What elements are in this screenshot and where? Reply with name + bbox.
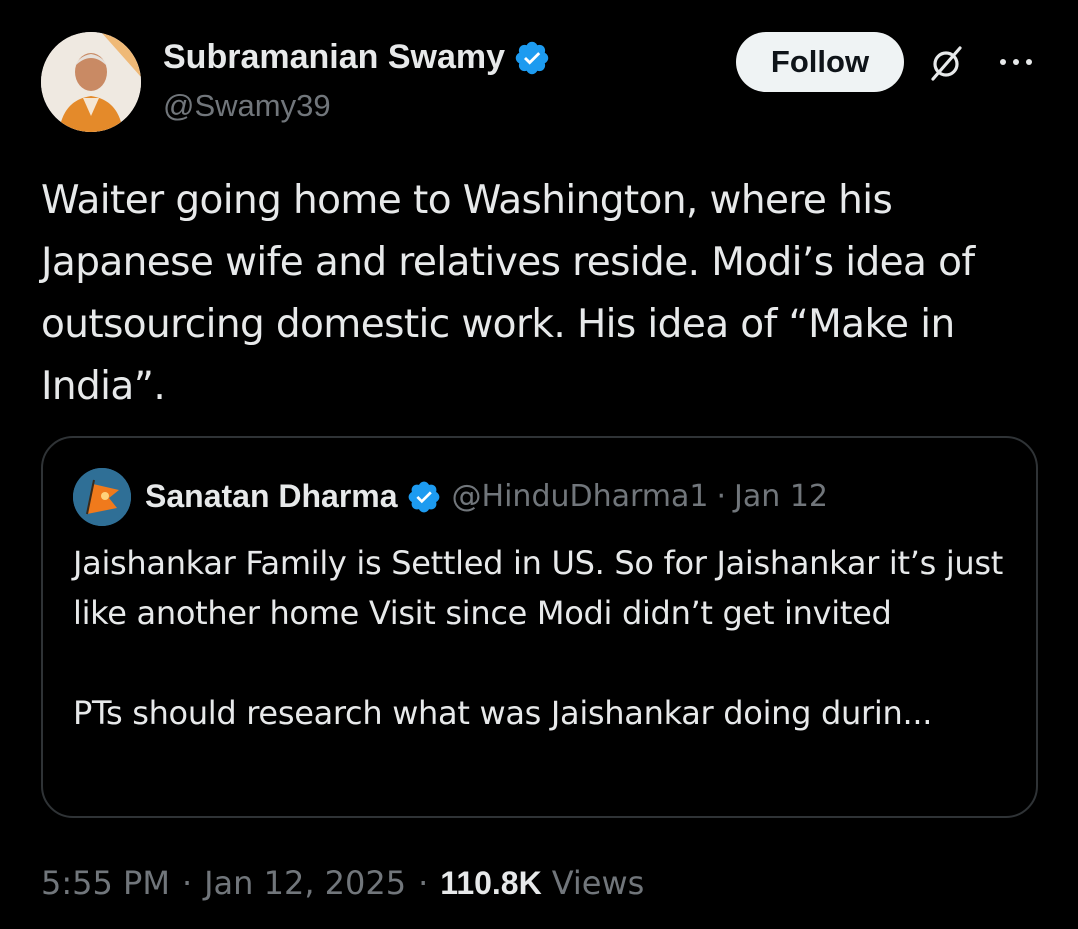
tweet-meta: 5:55 PM · Jan 12, 2025 · 110.8K Views [41, 864, 644, 902]
avatar-image [41, 32, 141, 132]
quoted-author-avatar[interactable] [73, 468, 131, 526]
author-name-text[interactable]: Subramanian Swamy [163, 38, 505, 77]
tweet-text: Waiter going home to Washington, where h… [41, 178, 975, 409]
meta-separator: · [181, 864, 193, 902]
quoted-paragraph: Jaishankar Family is Settled in US. So f… [73, 544, 1004, 632]
quoted-author-handle[interactable]: @HinduDharma1 [452, 479, 709, 514]
follow-button[interactable]: Follow [736, 32, 904, 92]
tweet-time[interactable]: 5:55 PM [41, 864, 170, 902]
more-options-icon[interactable] [996, 52, 1036, 72]
quoted-tweet-card[interactable]: Sanatan Dharma @HinduDharma1 · Jan 12 Ja… [41, 436, 1038, 818]
views-label: Views [551, 864, 645, 902]
author-handle[interactable]: @Swamy39 [163, 88, 331, 124]
meta-separator: · [418, 864, 429, 902]
author-avatar[interactable] [41, 32, 141, 132]
verified-badge-icon [408, 481, 439, 512]
views-count: 110.8K [440, 864, 542, 901]
saffron-flag-icon [73, 468, 131, 526]
quoted-tweet-date[interactable]: Jan 12 [734, 479, 828, 514]
quoted-author-name[interactable]: Sanatan Dharma [145, 478, 398, 515]
grok-icon[interactable] [926, 44, 966, 84]
verified-badge-icon [515, 41, 549, 74]
quoted-paragraph: PTs should research what was Jaishankar … [73, 694, 933, 732]
header-separator: · [716, 479, 727, 514]
quoted-tweet-text: Jaishankar Family is Settled in US. So f… [73, 538, 1023, 738]
author-name[interactable]: Subramanian Swamy [163, 38, 551, 77]
tweet-date[interactable]: Jan 12, 2025 [204, 864, 406, 902]
quoted-tweet-header: Sanatan Dharma @HinduDharma1 · Jan 12 [145, 478, 828, 515]
